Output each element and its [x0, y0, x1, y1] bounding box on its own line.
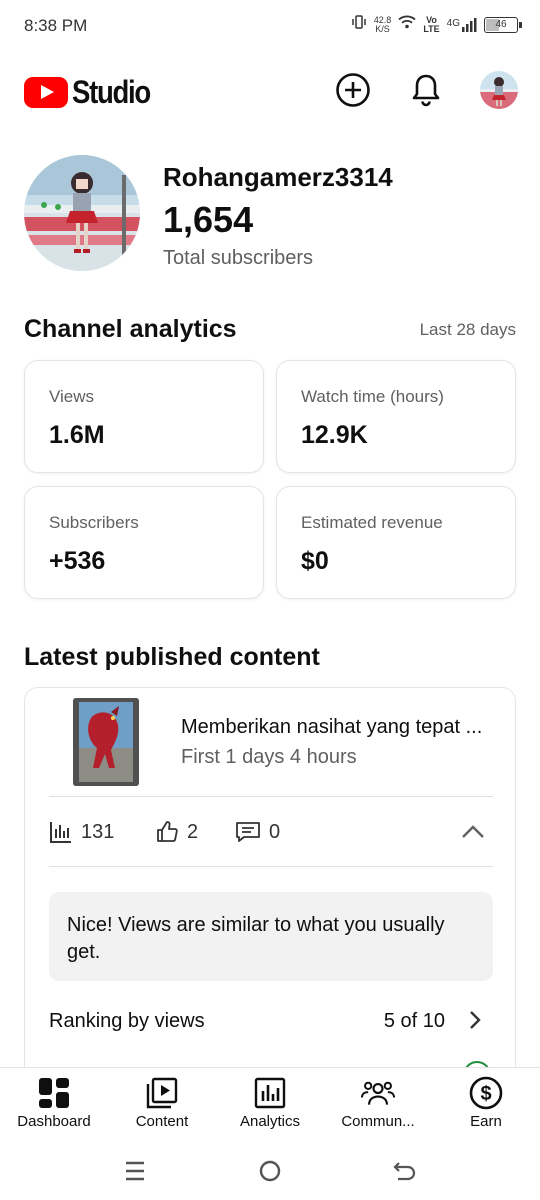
bell-icon [412, 74, 440, 107]
card-label: Watch time (hours) [301, 387, 444, 406]
analytics-icon [253, 1076, 287, 1110]
analytics-card-views[interactable]: Views 1.6M [24, 360, 264, 473]
status-time: 8:38 PM [24, 16, 88, 35]
nav-dashboard[interactable]: Dashboard [0, 1068, 108, 1144]
card-label: Views [49, 387, 95, 406]
analytics-card-watch-time[interactable]: Watch time (hours) 12.9K [276, 360, 516, 473]
back-icon [393, 1162, 416, 1181]
status-icons: 42.8 K/S Vo LTE 4G 46 [351, 14, 522, 35]
analytics-card-subscribers[interactable]: Subscribers +536 [24, 486, 264, 599]
nav-earn[interactable]: $ Earn [432, 1068, 540, 1144]
latest-content-card: Memberikan nasihat yang tepat ... First … [24, 687, 516, 1089]
recents-button[interactable] [120, 1157, 150, 1185]
card-value: 12.9K [301, 421, 368, 449]
card-value: +536 [49, 547, 106, 575]
comments-stat: 0 [235, 820, 280, 844]
divider [49, 866, 493, 867]
nav-content[interactable]: Content [108, 1068, 216, 1144]
community-icon [361, 1076, 395, 1110]
nav-label: Content [135, 1113, 189, 1130]
earn-icon: $ [469, 1076, 503, 1110]
views-count: 131 [81, 820, 115, 843]
views-stat: 131 [49, 820, 114, 844]
channel-name: Rohangamerz3314 [163, 162, 393, 192]
card-value: 1.6M [49, 421, 105, 449]
chevron-right-icon [470, 1011, 481, 1029]
content-icon [145, 1076, 179, 1110]
dashboard-icon [37, 1076, 71, 1110]
nav-community[interactable]: Commun... [324, 1068, 432, 1144]
ranking-label[interactable]: Ranking by views [49, 1010, 205, 1033]
comment-icon [236, 822, 260, 842]
divider [49, 796, 493, 797]
nav-label: Dashboard [17, 1113, 91, 1130]
create-button[interactable] [333, 70, 373, 110]
youtube-studio-logo[interactable]: Studio [24, 74, 163, 111]
card-label: Estimated revenue [301, 513, 443, 532]
volte-indicator: Vo LTE [423, 14, 440, 34]
net-speed: 42.8 K/S [373, 14, 392, 34]
home-button[interactable] [255, 1157, 285, 1185]
ranking-chevron[interactable] [465, 1008, 485, 1032]
nav-label: Commun... [341, 1113, 415, 1130]
subscriber-label: Total subscribers [163, 247, 314, 269]
ranking-value[interactable]: 5 of 10 [384, 1010, 445, 1033]
likes-stat: 2 [155, 820, 198, 844]
battery-indicator: 46 [484, 16, 522, 33]
back-button[interactable] [390, 1157, 420, 1185]
channel-avatar[interactable] [24, 155, 140, 271]
analytics-range[interactable]: Last 28 days [420, 320, 516, 340]
nav-analytics[interactable]: Analytics [216, 1068, 324, 1144]
nav-label: Analytics [239, 1113, 301, 1130]
video-title[interactable]: Memberikan nasihat yang tepat ... [181, 716, 501, 739]
status-bar: 8:38 PM 42.8 K/S Vo LTE 4G 46 [0, 0, 540, 54]
analytics-section-title: Channel analytics [24, 315, 237, 343]
comments-count: 0 [269, 820, 281, 843]
logo-text: Studio [72, 74, 151, 110]
collapse-button[interactable] [459, 820, 487, 844]
video-thumbnail[interactable] [73, 698, 139, 786]
analytics-card-revenue[interactable]: Estimated revenue $0 [276, 486, 516, 599]
create-icon [336, 73, 370, 107]
latest-section-title: Latest published content [24, 643, 320, 671]
subscriber-count: 1,654 [163, 199, 254, 240]
card-value: $0 [301, 547, 329, 575]
signal-icon: 4G [447, 17, 477, 32]
likes-count: 2 [187, 820, 199, 843]
system-navigation [0, 1143, 540, 1200]
menu-icon [126, 1161, 144, 1181]
youtube-play-icon [24, 77, 68, 108]
svg-text:$: $ [480, 1083, 491, 1105]
app-bar: Studio [0, 62, 540, 120]
wifi-icon [398, 15, 416, 34]
thumbs-up-icon [157, 821, 178, 842]
nav-label: Earn [470, 1113, 502, 1130]
account-avatar[interactable] [480, 71, 518, 109]
card-label: Subscribers [49, 513, 139, 532]
notifications-button[interactable] [406, 70, 446, 110]
insight-message: Nice! Views are similar to what you usua… [49, 892, 493, 981]
bottom-navigation: Dashboard Content Analytics Commun... $ … [0, 1067, 540, 1143]
vibrate-icon [351, 14, 367, 35]
video-subtitle: First 1 days 4 hours [181, 746, 357, 768]
chevron-up-icon [462, 825, 484, 838]
home-circle-icon [259, 1160, 281, 1182]
bar-chart-icon [50, 822, 71, 843]
